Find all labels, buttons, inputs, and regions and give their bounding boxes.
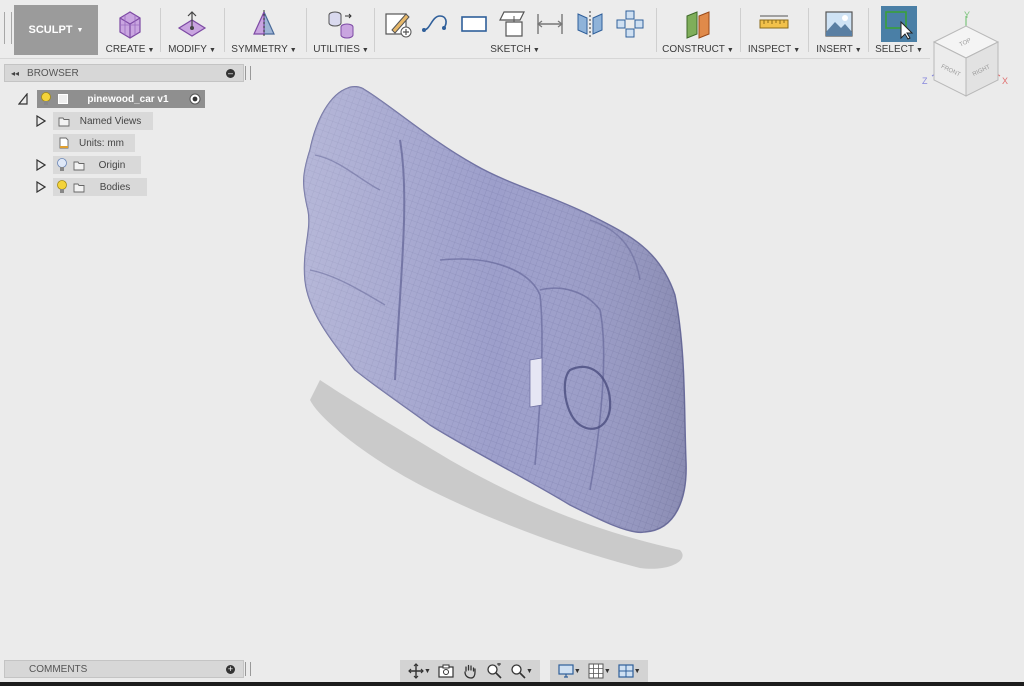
- browser-panel-header[interactable]: ◂◂ BROWSER –: [4, 64, 251, 82]
- panel-grip[interactable]: [245, 662, 251, 676]
- inspect-menu-label: INSPECT: [747, 44, 792, 55]
- pan-button[interactable]: [459, 662, 481, 680]
- project-include-icon: [499, 11, 525, 37]
- symmetry-menu-button[interactable]: SYMMETRY ▼: [228, 0, 300, 58]
- utilities-icon: [328, 11, 354, 39]
- main-toolbar: SCULPT ▼ CREATE ▼ MODIFY ▼ SYMMETRY ▼ UT…: [0, 0, 930, 59]
- pattern-icon: [616, 10, 644, 38]
- utilities-menu-button[interactable]: UTILITIES ▼: [310, 0, 372, 58]
- browser-title: BROWSER: [27, 67, 79, 79]
- navigation-tools: ▼ ▼: [400, 660, 540, 682]
- modify-menu-button[interactable]: MODIFY ▼: [164, 0, 220, 58]
- zoom-button[interactable]: [483, 662, 505, 680]
- chevron-down-icon: ▼: [76, 26, 84, 34]
- comments-title: COMMENTS: [29, 663, 88, 675]
- create-menu-label: CREATE: [105, 44, 146, 55]
- viewports-icon: [618, 664, 634, 678]
- browser-root-node[interactable]: pinewood_car v1: [37, 90, 205, 108]
- axis-z-label: Z: [922, 76, 928, 86]
- display-tools: ▼ ▼ ▼: [549, 660, 648, 682]
- mirror-icon: [577, 11, 603, 37]
- origin-label: Origin: [98, 159, 126, 171]
- axis-y-label: Y: [964, 10, 970, 20]
- chevron-down-icon[interactable]: ▼: [574, 668, 581, 675]
- minus-circle-icon[interactable]: –: [226, 69, 235, 78]
- folder-icon: [58, 117, 70, 127]
- measure-ruler-icon: [759, 15, 789, 29]
- look-at-icon: [438, 664, 454, 678]
- dimension-icon: [537, 14, 563, 34]
- browser-node-named-views[interactable]: Named Views: [53, 112, 153, 130]
- symmetry-icon: [253, 10, 275, 38]
- plus-circle-icon[interactable]: +: [226, 665, 235, 674]
- navigation-bar: ▼ ▼ ▼ ▼ ▼: [400, 660, 658, 682]
- construct-menu-label: CONSTRUCT: [662, 44, 725, 55]
- rectangle-icon: [461, 16, 487, 32]
- browser-node-bodies[interactable]: Bodies: [53, 178, 147, 196]
- insert-menu-button[interactable]: INSERT ▼: [812, 0, 866, 58]
- expanded-triangle-icon[interactable]: [18, 93, 28, 105]
- symmetry-menu-label: SYMMETRY: [231, 44, 288, 55]
- component-icon: [58, 94, 68, 104]
- folder-icon: [73, 161, 85, 171]
- collapse-panel-icon[interactable]: ◂◂: [11, 69, 19, 78]
- zoom-fit-icon: [511, 664, 526, 679]
- browser-node-origin[interactable]: Origin: [53, 156, 141, 174]
- browser-node-units[interactable]: Units: mm: [53, 134, 135, 152]
- workspace-switcher-button[interactable]: SCULPT ▼: [14, 5, 98, 55]
- modify-icon: [177, 11, 207, 37]
- document-units-icon: [59, 137, 69, 149]
- chevron-down-icon[interactable]: ▼: [526, 668, 533, 675]
- lightbulb-icon[interactable]: [40, 92, 52, 106]
- root-node-label: pinewood_car v1: [87, 93, 169, 105]
- spline-icon: [422, 15, 447, 32]
- look-at-button[interactable]: [435, 662, 457, 680]
- toolbar-grip[interactable]: [4, 12, 12, 44]
- panel-grip[interactable]: [245, 66, 251, 80]
- inspect-menu-button[interactable]: INSPECT ▼: [744, 0, 804, 58]
- chevron-down-icon[interactable]: ▼: [424, 668, 431, 675]
- grid-icon: [588, 663, 604, 679]
- taskbar-edge: [0, 682, 1024, 686]
- select-menu-label: SELECT: [875, 44, 914, 55]
- lightbulb-icon[interactable]: [56, 180, 68, 194]
- axis-x-label: X: [1002, 76, 1008, 86]
- expand-triangle-icon[interactable]: [36, 159, 46, 171]
- expand-triangle-icon[interactable]: [36, 181, 46, 193]
- construct-menu-button[interactable]: CONSTRUCT ▼: [660, 0, 736, 58]
- construct-plane-icon: [686, 11, 710, 39]
- sketch-menu-label: SKETCH: [490, 44, 531, 55]
- bodies-label: Bodies: [99, 181, 131, 193]
- create-sketch-icon: [385, 13, 412, 38]
- units-label: Units: mm: [79, 137, 124, 149]
- viewcube[interactable]: TOP FRONT RIGHT Y Z X: [918, 4, 1018, 104]
- chevron-down-icon[interactable]: ▼: [634, 668, 641, 675]
- comments-panel-header[interactable]: COMMENTS +: [4, 660, 251, 678]
- sculpt-body-model[interactable]: [290, 80, 710, 580]
- workspace-label: SCULPT: [28, 24, 73, 36]
- activate-radio-icon[interactable]: [189, 93, 201, 105]
- insert-image-icon: [825, 11, 853, 37]
- sketch-menu-button[interactable]: SKETCH ▼: [378, 0, 652, 58]
- zoom-icon: [487, 663, 502, 679]
- lightbulb-off-icon[interactable]: [56, 158, 68, 172]
- orbit-icon: [408, 663, 424, 679]
- utilities-menu-label: UTILITIES: [313, 44, 360, 55]
- named-views-label: Named Views: [79, 115, 142, 127]
- pan-hand-icon: [464, 664, 476, 679]
- create-box-icon: [119, 11, 141, 39]
- expand-triangle-icon[interactable]: [36, 115, 46, 127]
- display-monitor-icon: [558, 664, 574, 678]
- chevron-down-icon[interactable]: ▼: [604, 668, 611, 675]
- modify-menu-label: MODIFY: [168, 44, 207, 55]
- insert-menu-label: INSERT: [816, 44, 853, 55]
- select-cursor-icon: [885, 11, 914, 40]
- create-menu-button[interactable]: CREATE ▼: [104, 0, 156, 58]
- folder-icon: [73, 183, 85, 193]
